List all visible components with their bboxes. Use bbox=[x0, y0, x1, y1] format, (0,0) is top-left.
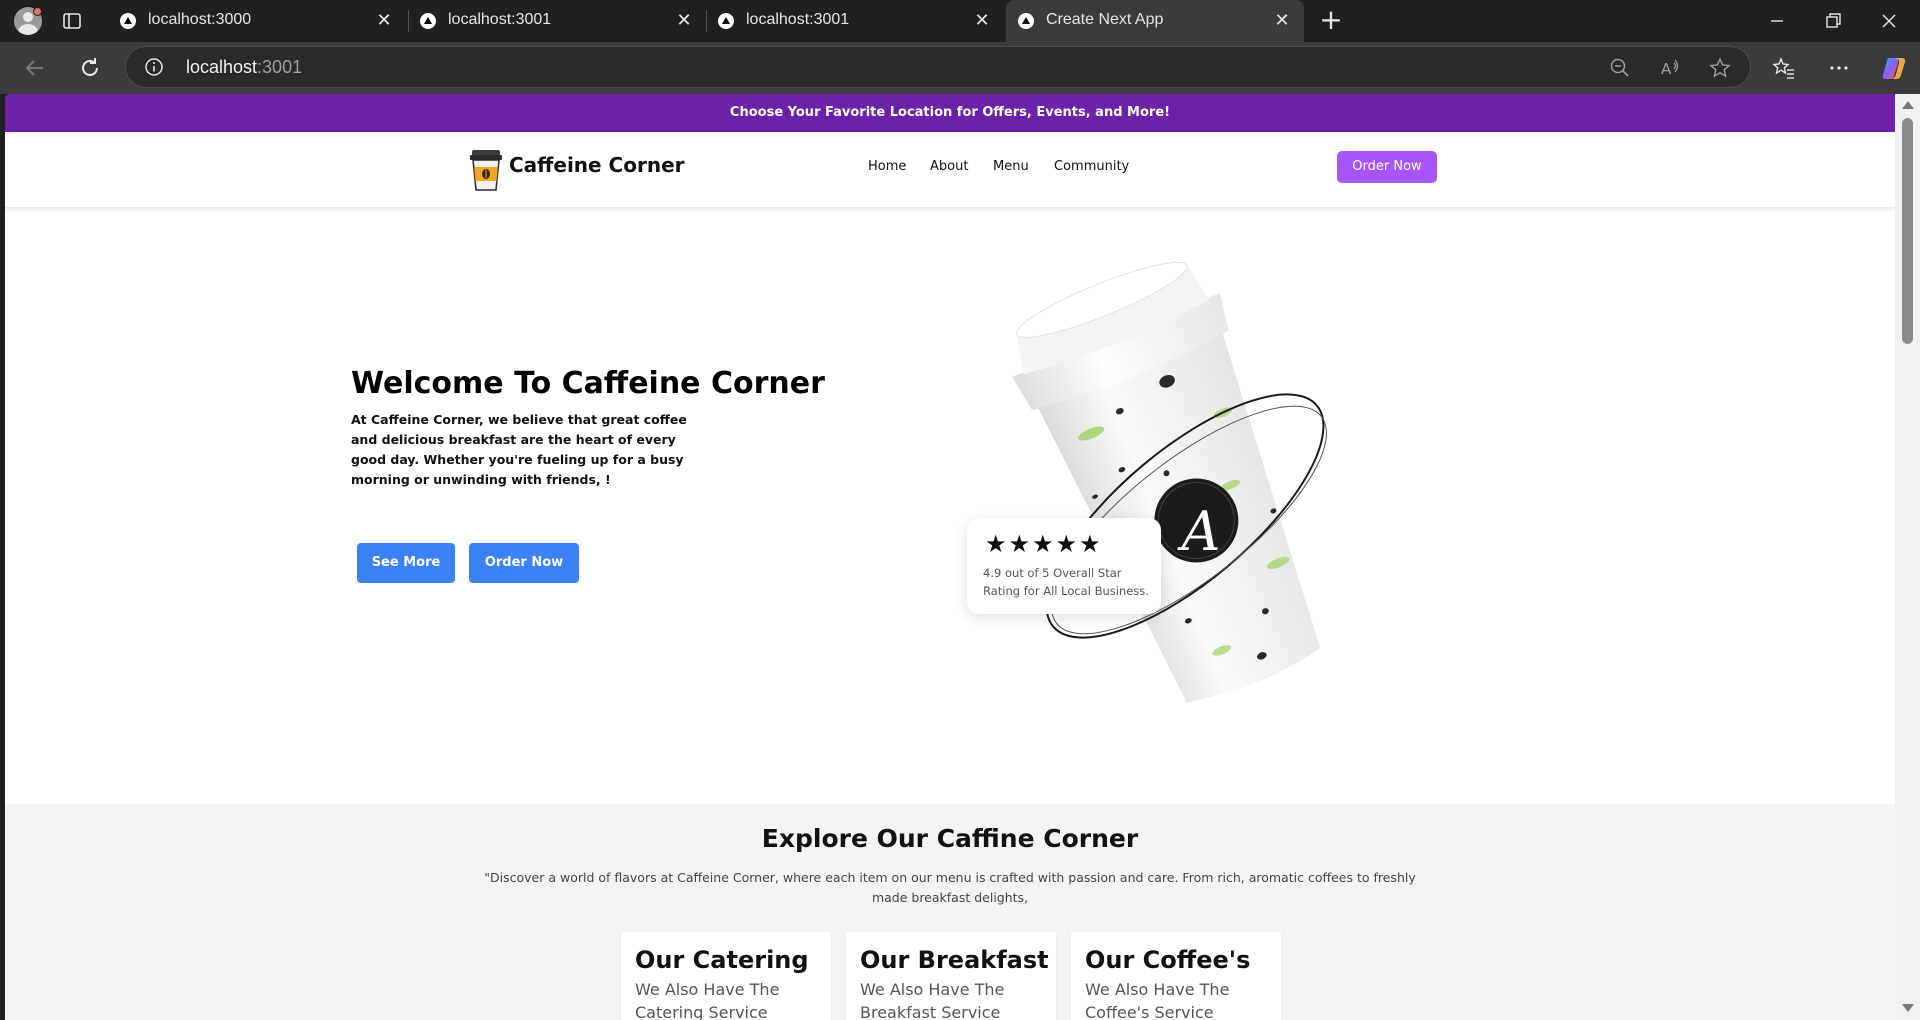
browser-tab[interactable]: localhost:3000 ✕ bbox=[108, 0, 406, 42]
url-port: :3001 bbox=[257, 57, 303, 77]
favorites-icon[interactable] bbox=[1772, 56, 1796, 80]
nav-community[interactable]: Community bbox=[1054, 159, 1129, 174]
window-close-icon[interactable] bbox=[1878, 10, 1900, 32]
browser-tab[interactable]: localhost:3001 ✕ bbox=[706, 0, 1004, 42]
card-title: Our Breakfast bbox=[860, 946, 1049, 974]
minimize-icon[interactable] bbox=[1766, 10, 1788, 32]
browser-tab[interactable]: localhost:3001 ✕ bbox=[408, 0, 706, 42]
read-aloud-icon[interactable]: A bbox=[1659, 57, 1681, 79]
favorite-star-icon[interactable] bbox=[1709, 57, 1731, 79]
url-host: localhost bbox=[186, 57, 258, 77]
address-bar[interactable]: localhost:3001 A bbox=[125, 46, 1751, 88]
restore-icon[interactable] bbox=[1822, 10, 1844, 32]
new-tab-icon[interactable]: + bbox=[1318, 6, 1344, 34]
back-icon[interactable] bbox=[22, 55, 48, 81]
browser-tab-active[interactable]: Create Next App ✕ bbox=[1006, 0, 1304, 42]
tab-actions-icon[interactable] bbox=[62, 11, 82, 31]
page-viewport: Choose Your Favorite Location for Offers… bbox=[5, 94, 1895, 1020]
brand-name[interactable]: Caffeine Corner bbox=[509, 153, 685, 177]
tab-title: localhost:3000 bbox=[148, 11, 252, 28]
explore-title: Explore Our Caffine Corner bbox=[761, 824, 1139, 853]
info-icon[interactable] bbox=[144, 57, 164, 77]
url-text[interactable]: localhost:3001 bbox=[186, 57, 302, 78]
favicon-icon bbox=[1018, 13, 1034, 29]
breakfast-card[interactable]: Our Breakfast We Also Have The Breakfast… bbox=[846, 932, 1056, 1020]
see-more-button[interactable]: See More bbox=[357, 543, 455, 583]
more-icon[interactable] bbox=[1827, 56, 1851, 80]
rating-card: ★★★★★ 4.9 out of 5 Overall Star Rating f… bbox=[967, 518, 1161, 614]
card-title: Our Catering bbox=[635, 946, 809, 974]
star-rating-icon: ★★★★★ bbox=[985, 530, 1103, 558]
hero-order-now-button[interactable]: Order Now bbox=[469, 543, 579, 583]
favicon-icon bbox=[420, 13, 436, 29]
nav-home[interactable]: Home bbox=[868, 159, 906, 174]
notification-dot bbox=[33, 7, 42, 16]
catering-card[interactable]: Our Catering We Also Have The Catering S… bbox=[621, 932, 831, 1020]
hero-description: At Caffeine Corner, we believe that grea… bbox=[351, 412, 687, 487]
close-icon[interactable]: ✕ bbox=[674, 10, 694, 30]
card-subtitle: We Also Have The Breakfast Service bbox=[860, 980, 1005, 1020]
tab-title: Create Next App bbox=[1046, 11, 1164, 28]
page-scrollbar[interactable] bbox=[1895, 94, 1920, 1020]
refresh-icon[interactable] bbox=[77, 55, 103, 81]
card-title: Our Coffee's bbox=[1085, 946, 1251, 974]
copilot-icon[interactable] bbox=[1880, 54, 1908, 82]
nav-menu[interactable]: Menu bbox=[993, 159, 1029, 174]
close-icon[interactable]: ✕ bbox=[972, 10, 992, 30]
coffee-card[interactable]: Our Coffee's We Also Have The Coffee's S… bbox=[1071, 932, 1281, 1020]
close-icon[interactable]: ✕ bbox=[1272, 10, 1292, 30]
explore-description: "Discover a world of flavors at Caffeine… bbox=[484, 870, 1416, 905]
zoom-out-icon[interactable] bbox=[1609, 57, 1631, 79]
scroll-up-arrow-icon[interactable] bbox=[1902, 101, 1914, 109]
card-subtitle: We Also Have The Coffee's Service bbox=[1085, 980, 1230, 1020]
promo-banner: Choose Your Favorite Location for Offers… bbox=[5, 94, 1895, 132]
hero-title: Welcome To Caffeine Corner bbox=[351, 366, 825, 401]
coffee-cup-logo-icon[interactable] bbox=[469, 148, 503, 192]
order-now-button[interactable]: Order Now bbox=[1337, 151, 1437, 183]
svg-text:A: A bbox=[1661, 60, 1672, 78]
nav-about[interactable]: About bbox=[930, 159, 968, 174]
scroll-down-arrow-icon[interactable] bbox=[1902, 1004, 1914, 1012]
scrollbar-thumb[interactable] bbox=[1902, 118, 1913, 344]
favicon-icon bbox=[718, 13, 734, 29]
browser-tab-strip: localhost:3000 ✕ localhost:3001 ✕ localh… bbox=[0, 0, 1920, 42]
card-subtitle: We Also Have The Catering Service bbox=[635, 980, 780, 1020]
tab-title: localhost:3001 bbox=[448, 11, 552, 28]
rating-text: 4.9 out of 5 Overall Star Rating for All… bbox=[983, 566, 1149, 598]
browser-toolbar: localhost:3001 A bbox=[0, 42, 1920, 94]
cup-emblem-letter: A bbox=[1177, 500, 1221, 563]
tab-title: localhost:3001 bbox=[746, 11, 850, 28]
close-icon[interactable]: ✕ bbox=[374, 10, 394, 30]
site-header: Caffeine Corner Home About Menu Communit… bbox=[5, 132, 1895, 208]
explore-section: Explore Our Caffine Corner "Discover a w… bbox=[5, 804, 1895, 1020]
coffee-cup-illustration: A bbox=[1012, 261, 1327, 703]
favicon-icon bbox=[120, 13, 136, 29]
